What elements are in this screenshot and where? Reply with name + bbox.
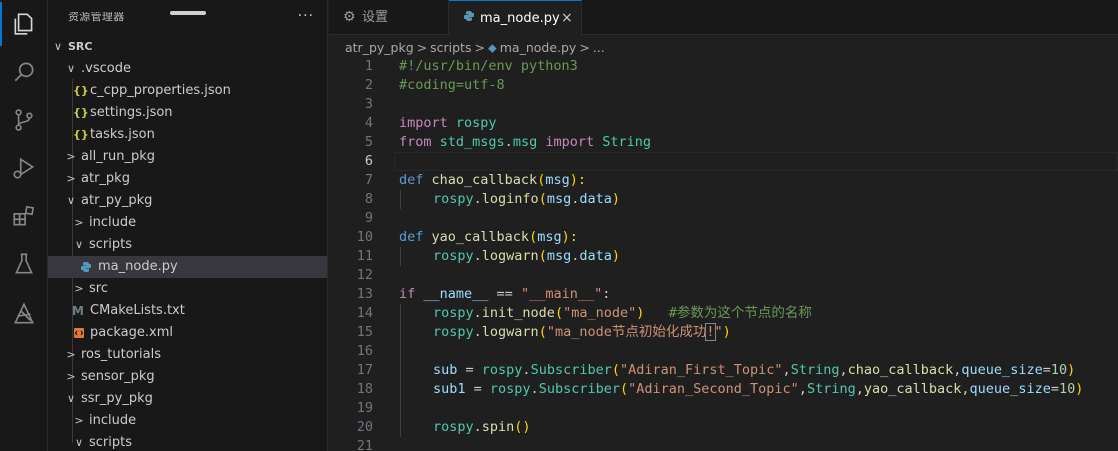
code-line: 17 sub = rospy.Subscriber("Adiran_First_T… <box>356 362 1076 378</box>
code-line: 12 <box>356 267 373 283</box>
tree-folder-scripts[interactable]: ∨ scripts <box>48 234 327 256</box>
json-file-icon: {} <box>73 84 89 97</box>
tree-label: include <box>89 413 137 428</box>
json-file-icon: {} <box>73 106 89 119</box>
code-line: 8 rospy.loginfo(msg.data) <box>364 191 621 207</box>
tree-folder-include[interactable]: > include <box>48 212 327 234</box>
breadcrumb-item[interactable]: ... <box>593 40 605 55</box>
search-icon[interactable] <box>0 50 48 94</box>
chevron-right-icon: > <box>579 40 590 55</box>
tree-label: include <box>89 215 137 230</box>
tree-folder-src[interactable]: ∨ SRC <box>48 36 327 58</box>
tree-label: c_cpp_properties.json <box>90 83 231 98</box>
drag-handle[interactable] <box>170 11 206 15</box>
code-line: 13 if __name__ == "__main__": <box>356 286 611 302</box>
run-debug-icon[interactable] <box>0 146 48 190</box>
tree-folder-atr-py-pkg[interactable]: ∨ atr_py_pkg <box>48 190 327 212</box>
tree-label: scripts <box>89 237 132 252</box>
tree-file-c-cpp-properties[interactable]: {} c_cpp_properties.json <box>48 80 327 102</box>
tree-folder-atr-pkg[interactable]: > atr_pkg <box>48 168 327 190</box>
ros-icon[interactable] <box>0 292 48 336</box>
tree-label: .vscode <box>81 61 131 76</box>
breadcrumb-item[interactable]: ma_node.py <box>500 40 577 55</box>
tree-label: package.xml <box>90 325 173 340</box>
tree-label: sensor_pkg <box>81 369 155 384</box>
tree-label: tasks.json <box>90 127 155 142</box>
tab-ma-node[interactable]: ma_node.py × <box>449 0 582 36</box>
explorer-icon[interactable] <box>0 2 48 46</box>
source-control-icon[interactable] <box>0 98 48 142</box>
tree-label: ros_tutorials <box>81 347 161 362</box>
code-line: 19 <box>356 400 373 416</box>
tree-folder-ros-tutorials[interactable]: > ros_tutorials <box>48 344 327 366</box>
more-actions-icon[interactable]: ··· <box>298 8 314 24</box>
editor-area: ⚙ 设置 ma_node.py × atr_py_pkg > scripts > ⬥ ma… <box>329 0 1118 451</box>
python-file-icon <box>463 1 475 36</box>
code-line: 1 #!/usr/bin/env python3 <box>364 58 578 74</box>
tree-folder-vscode[interactable]: ∨ .vscode <box>48 58 327 80</box>
tab-label: 设置 <box>362 10 389 25</box>
tree-label: atr_py_pkg <box>81 193 153 208</box>
code-line: 7 def chao_callback(msg): <box>364 172 586 188</box>
cmake-file-icon: M <box>72 304 84 318</box>
breadcrumb: atr_py_pkg > scripts > ⬥ ma_node.py >... <box>345 37 608 59</box>
code-line: 11 rospy.logwarn(msg.data) <box>356 248 621 264</box>
settings-icon: ⚙ <box>343 9 356 25</box>
code-line: 3 <box>364 96 373 112</box>
extensions-icon[interactable] <box>0 194 48 238</box>
code-line: 21 <box>356 438 373 451</box>
chevron-right-icon: > <box>416 40 428 55</box>
code-line: 4 import rospy <box>364 115 497 131</box>
sidebar-header: 资源管理器 ··· <box>48 0 327 35</box>
tree-file-ma-node[interactable]: ma_node.py <box>48 256 327 278</box>
code-line: 2 #coding=utf-8 <box>364 77 505 93</box>
tree-file-settings[interactable]: {} settings.json <box>48 102 327 124</box>
tree-label: src <box>89 281 108 296</box>
tree-label: ma_node.py <box>98 259 178 274</box>
tree-folder-ssr-py-pkg[interactable]: ∨ ssr_py_pkg <box>48 388 327 410</box>
code-line: 20 rospy.spin() <box>356 419 531 435</box>
code-line: 6 <box>364 153 373 169</box>
json-file-icon: {} <box>73 128 89 141</box>
tree-label: CMakeLists.txt <box>90 303 185 318</box>
tree-folder-all-run-pkg[interactable]: > all_run_pkg <box>48 146 327 168</box>
close-icon[interactable]: × <box>561 1 573 36</box>
activity-bar <box>0 0 48 451</box>
code-line: 16 <box>356 343 373 359</box>
code-line: 18 sub1 = rospy.Subscriber("Adiran_Second… <box>356 381 1084 397</box>
tree-label: settings.json <box>90 105 173 120</box>
tab-bar: ⚙ 设置 ma_node.py × <box>329 0 1118 36</box>
chevron-right-icon: > <box>474 40 485 55</box>
explorer-sidebar: 资源管理器 ··· ∨ SRC ∨ .vscode {} c_cpp_prope… <box>48 0 328 451</box>
tree-folder-src-sub[interactable]: > src <box>48 278 327 300</box>
tree-label: SRC <box>68 40 93 53</box>
code-line: 15 rospy.logwarn("ma_node节点初始化成功!") <box>356 323 731 341</box>
tree-label: scripts <box>89 435 132 450</box>
tree-folder-sensor-pkg[interactable]: > sensor_pkg <box>48 366 327 388</box>
tree-label: ssr_py_pkg <box>81 391 153 406</box>
python-file-icon: ⬥ <box>487 40 497 55</box>
code-line: 9 <box>364 210 373 226</box>
tab-settings[interactable]: ⚙ 设置 <box>329 0 449 35</box>
code-line: 10 def yao_callback(msg): <box>356 229 578 245</box>
tree-label: all_run_pkg <box>81 149 156 164</box>
code-line: 14 rospy.init_node("ma_node") #参数为这个节点的名称 <box>356 305 812 321</box>
tree-folder-include-2[interactable]: > include <box>48 410 327 432</box>
code-line: 5 from std_msgs.msg import String <box>364 134 652 150</box>
breadcrumb-item[interactable]: scripts <box>430 40 471 55</box>
tree-file-package-xml[interactable]: package.xml <box>48 322 327 344</box>
tree-file-cmakelists[interactable]: M CMakeLists.txt <box>48 300 327 322</box>
tree-label: atr_pkg <box>81 171 130 186</box>
tree-file-tasks[interactable]: {} tasks.json <box>48 124 327 146</box>
tab-label: ma_node.py <box>480 11 560 26</box>
tree-folder-scripts-2[interactable]: ∨ scripts <box>48 432 327 451</box>
breadcrumb-item[interactable]: atr_py_pkg <box>345 40 414 55</box>
testing-flask-icon[interactable] <box>0 242 48 286</box>
